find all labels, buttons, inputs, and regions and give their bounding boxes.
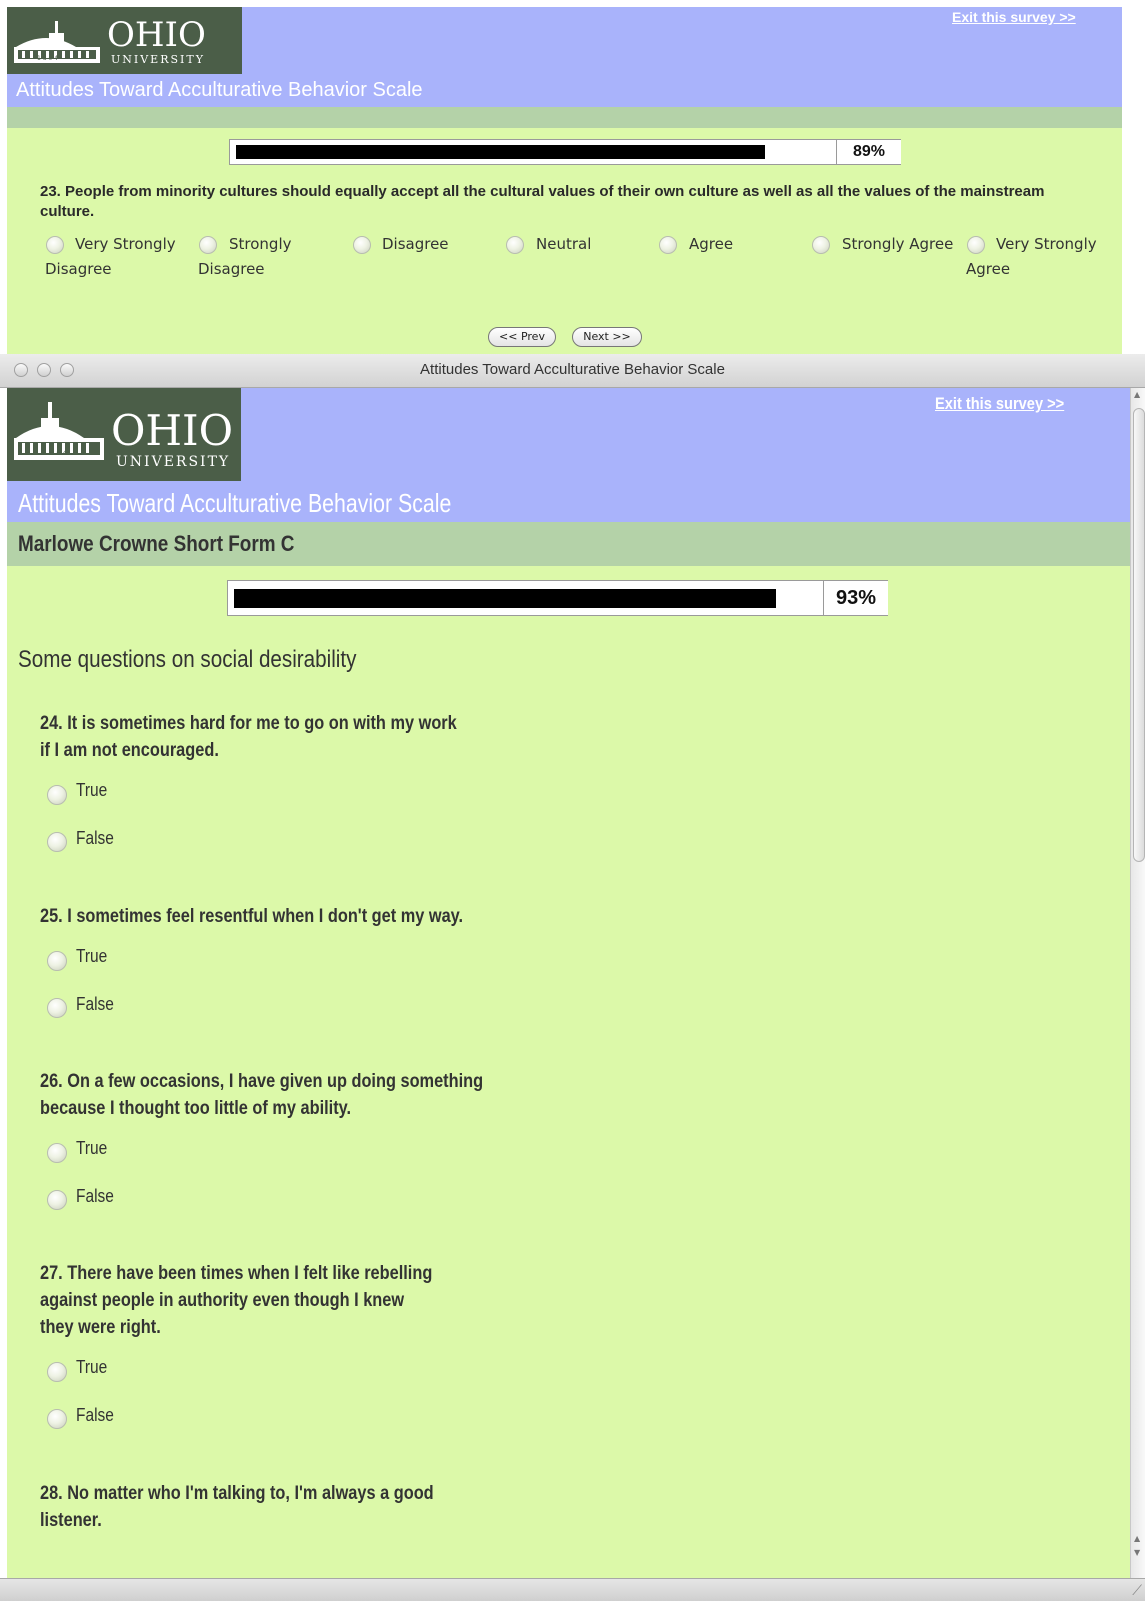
ohio-university-logo: 1 8 0 4 OHIO UNIVERSITY — [7, 388, 241, 481]
radio-false[interactable] — [47, 998, 67, 1018]
radio-true[interactable] — [47, 785, 67, 805]
question-line: 28. No matter who I'm talking to, I'm al… — [40, 1483, 434, 1504]
progress-fill — [234, 589, 776, 608]
progress-fill — [236, 145, 765, 159]
radio-button[interactable] — [812, 236, 830, 254]
option-label: Disagree — [382, 235, 449, 253]
option-label-true: True — [76, 1357, 108, 1377]
question-text: 24. It is sometimes hard for me to go on… — [40, 710, 457, 764]
question-line: if I am not encouraged. — [40, 740, 219, 761]
question-23-text: 23. People from minority cultures should… — [40, 183, 1045, 220]
option-label-true: True — [76, 1138, 108, 1158]
radio-true[interactable] — [47, 1143, 67, 1163]
prev-button[interactable]: << Prev — [488, 327, 556, 347]
question-line: 26. On a few occasions, I have given up … — [40, 1071, 484, 1092]
option-label: Neutral — [536, 235, 592, 253]
window-status-bar: ⟋ — [0, 1578, 1145, 1601]
ohio-university-logo: 1 8 0 4 OHIO UNIVERSITY — [7, 7, 242, 74]
section-title: Marlowe Crowne Short Form C — [18, 531, 295, 556]
question-line: they were right. — [40, 1317, 161, 1338]
radio-button[interactable] — [506, 236, 524, 254]
radio-button[interactable] — [659, 236, 677, 254]
window-title: Attitudes Toward Acculturative Behavior … — [420, 361, 725, 378]
option-label-false: False — [76, 828, 114, 848]
question-line: 27. There have been times when I felt li… — [40, 1263, 433, 1284]
question-line: 24. It is sometimes hard for me to go on… — [40, 713, 457, 734]
resize-grip-icon[interactable]: ⟋ — [1132, 1583, 1142, 1599]
scrollbar-thumb[interactable] — [1133, 408, 1145, 862]
radio-true[interactable] — [47, 951, 67, 971]
survey-title: Attitudes Toward Acculturative Behavior … — [18, 488, 452, 518]
option-label: Disagree — [198, 260, 265, 278]
vertical-scrollbar[interactable]: ▲ ▲ ▼ — [1130, 388, 1145, 1578]
next-button[interactable]: Next >> — [572, 327, 642, 347]
radio-false[interactable] — [47, 1190, 67, 1210]
option-label-true: True — [76, 946, 108, 966]
section-band — [7, 107, 1122, 128]
radio-button[interactable] — [46, 236, 64, 254]
exit-survey-link[interactable]: Exit this survey >> — [935, 394, 1064, 414]
logo-name: OHIO — [111, 406, 234, 455]
question-text: 25. I sometimes feel resentful when I do… — [40, 903, 522, 930]
logo-year: 1 8 0 4 — [37, 55, 58, 62]
question-line: 25. I sometimes feel resentful when I do… — [40, 906, 464, 927]
scroll-down-arrow-icon[interactable]: ▼ — [1134, 1548, 1140, 1557]
intro-text: Some questions on social desirability — [18, 646, 357, 673]
option-label: Very Strongly — [996, 235, 1097, 253]
option-label: Strongly — [229, 235, 292, 253]
question-line: listener. — [40, 1510, 102, 1531]
radio-button[interactable] — [353, 236, 371, 254]
logo-subtitle: UNIVERSITY — [111, 53, 205, 66]
option-label: Agree — [689, 235, 734, 253]
section-band: Marlowe Crowne Short Form C — [7, 522, 1130, 566]
radio-button[interactable] — [199, 236, 217, 254]
progress-percent: 89% — [836, 140, 901, 164]
question-text: 26. On a few occasions, I have given up … — [40, 1068, 484, 1122]
radio-false[interactable] — [47, 1409, 67, 1429]
option-label-false: False — [76, 994, 114, 1014]
logo-subtitle: UNIVERSITY — [116, 454, 231, 470]
survey-title: Attitudes Toward Acculturative Behavior … — [16, 79, 423, 101]
option-label: Agree — [966, 260, 1011, 278]
logo-year: 1 8 0 4 — [43, 449, 68, 457]
question-text: 28. No matter who I'm talking to, I'm al… — [40, 1480, 453, 1534]
option-label: Very Strongly — [75, 235, 176, 253]
window-titlebar: Attitudes Toward Acculturative Behavior … — [0, 354, 1145, 388]
question-line: because I thought too little of my abili… — [40, 1098, 352, 1119]
survey-page-q24-28: 1 8 0 4 OHIO UNIVERSITY Exit this survey… — [0, 388, 1145, 1588]
option-label-true: True — [76, 780, 108, 800]
radio-button[interactable] — [967, 236, 985, 254]
question-line: against people in authority even though … — [40, 1290, 405, 1311]
option-label-false: False — [76, 1405, 114, 1425]
progress-bar: 93% — [227, 580, 888, 616]
scroll-up-arrow-icon[interactable]: ▲ — [1134, 390, 1140, 399]
radio-true[interactable] — [47, 1362, 67, 1382]
logo-name: OHIO — [107, 15, 206, 55]
scroll-up-arrow-icon[interactable]: ▲ — [1134, 1534, 1140, 1543]
option-label-false: False — [76, 1186, 114, 1206]
building-icon — [14, 402, 104, 460]
progress-bar: 89% — [229, 139, 901, 165]
question-text: 27. There have been times when I felt li… — [40, 1260, 453, 1341]
progress-percent: 93% — [823, 581, 888, 615]
exit-survey-link[interactable]: Exit this survey >> — [952, 9, 1076, 25]
survey-page-q23: 1 8 0 4 OHIO UNIVERSITY Exit this survey… — [0, 0, 1145, 360]
option-label: Strongly Agree — [842, 235, 954, 253]
radio-false[interactable] — [47, 832, 67, 852]
option-label: Disagree — [45, 260, 112, 278]
